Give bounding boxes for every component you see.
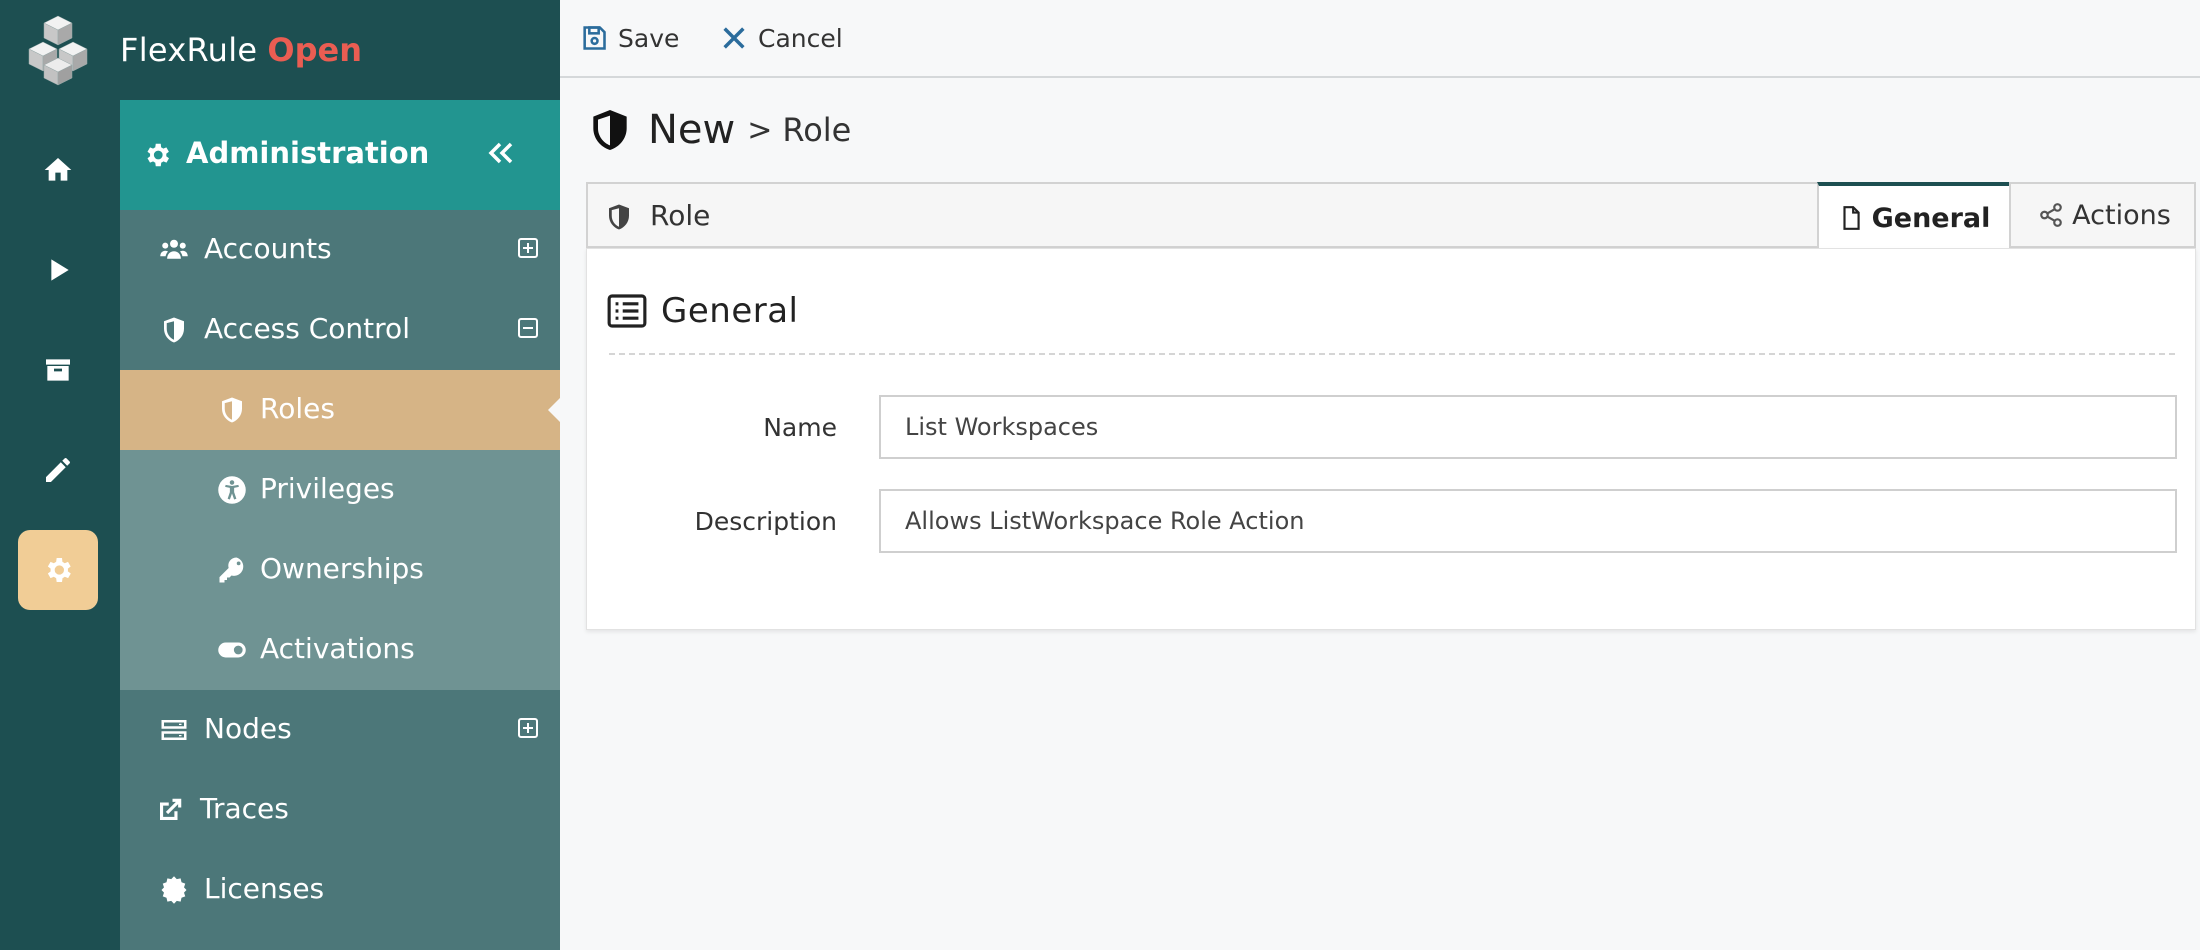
play-icon	[51, 259, 69, 281]
description-field[interactable]	[879, 489, 2177, 553]
breadcrumb-separator: >	[747, 112, 773, 148]
tab-general[interactable]: General	[1817, 182, 2011, 250]
expand-icon[interactable]	[518, 238, 538, 258]
brand-name: FlexRule	[120, 31, 258, 69]
rail-admin-button[interactable]	[18, 530, 98, 610]
list-alt-icon	[607, 294, 647, 328]
sidebar-item-licenses[interactable]: Licenses	[120, 850, 560, 930]
server-icon	[158, 714, 190, 746]
sidebar-item-label: Access Control	[204, 312, 410, 345]
tab-actions[interactable]: Actions	[2009, 182, 2198, 248]
toggle-icon	[216, 634, 248, 666]
rail-run-button[interactable]	[18, 230, 98, 310]
sidebar-item-access-control[interactable]: Access Control	[120, 290, 560, 370]
sidebar-item-traces[interactable]: Traces	[120, 770, 560, 850]
sidebar-item-label: Traces	[200, 792, 289, 825]
brand-header: FlexRule Open	[120, 0, 560, 100]
close-icon	[723, 27, 745, 49]
rail-home-button[interactable]	[18, 130, 98, 210]
page-title-new: New	[648, 107, 736, 153]
double-chevron-left-icon	[488, 142, 513, 164]
home-icon	[44, 158, 72, 181]
share-nodes-icon	[2040, 203, 2063, 227]
key-icon	[216, 554, 248, 586]
external-link-icon	[154, 794, 186, 826]
expand-icon[interactable]	[518, 718, 538, 738]
sidebar-item-label: Activations	[260, 632, 415, 665]
tab-label: Actions	[2072, 199, 2171, 231]
page-title: New > Role	[590, 100, 851, 160]
sidebar-item-label: Nodes	[204, 712, 292, 745]
sidebar-item-label: Roles	[260, 392, 335, 425]
save-button[interactable]: Save	[580, 20, 679, 56]
gear-icon	[147, 143, 169, 167]
section-title: General	[661, 291, 799, 331]
sidebar-item-privileges[interactable]: Privileges	[120, 450, 560, 530]
sidebar-item-label: Privileges	[260, 472, 395, 505]
selection-pointer	[548, 398, 560, 422]
icon-rail	[0, 0, 120, 950]
sidebar-item-nodes[interactable]: Nodes	[120, 690, 560, 770]
sidebar-item-ownerships[interactable]: Ownerships	[120, 530, 560, 610]
cancel-button[interactable]: Cancel	[720, 20, 843, 56]
name-field[interactable]	[879, 395, 2177, 459]
record-tabstrip: Role General Actions	[586, 182, 2198, 250]
name-label: Name	[763, 413, 837, 442]
sidebar-header: Administration	[120, 100, 560, 210]
collapse-sidebar-button[interactable]	[484, 136, 520, 172]
page-title-entity: Role	[782, 111, 852, 149]
section-divider	[609, 353, 2175, 355]
floppy-disk-icon	[583, 26, 606, 50]
certificate-icon	[158, 874, 190, 906]
universal-access-icon	[216, 474, 248, 506]
pencil-icon	[46, 458, 70, 482]
shield-icon	[609, 204, 629, 230]
users-icon	[158, 234, 190, 266]
sidebar-item-label: Accounts	[204, 232, 332, 265]
save-label: Save	[618, 23, 680, 53]
brand-accent-word: Open	[267, 31, 363, 69]
section-header: General	[607, 291, 799, 331]
admin-sidebar: Administration Accounts Access Control R…	[120, 100, 560, 950]
sidebar-item-activations[interactable]: Activations	[120, 610, 560, 690]
file-icon	[1843, 206, 1860, 230]
sidebar-item-roles[interactable]: Roles	[120, 370, 560, 450]
sidebar-item-label: Licenses	[204, 872, 325, 905]
general-panel: General Name Description	[586, 248, 2196, 630]
collapse-icon[interactable]	[518, 318, 538, 338]
cubes-logo-icon	[28, 15, 88, 86]
tab-label: General	[1871, 202, 1991, 234]
record-label: Role	[650, 199, 711, 232]
sidebar-item-accounts[interactable]: Accounts	[120, 210, 560, 290]
shield-icon	[158, 314, 190, 346]
sidebar-title: Administration	[186, 136, 430, 170]
archive-icon	[46, 359, 70, 381]
gear-icon	[47, 558, 71, 582]
sidebar-item-label: Ownerships	[260, 552, 424, 585]
shield-icon	[216, 394, 248, 426]
cancel-label: Cancel	[758, 23, 843, 53]
rail-edit-button[interactable]	[18, 430, 98, 510]
rail-archive-button[interactable]	[18, 330, 98, 410]
shield-icon	[593, 110, 627, 150]
toolbar: Save Cancel	[560, 0, 2200, 78]
description-label: Description	[694, 507, 837, 536]
